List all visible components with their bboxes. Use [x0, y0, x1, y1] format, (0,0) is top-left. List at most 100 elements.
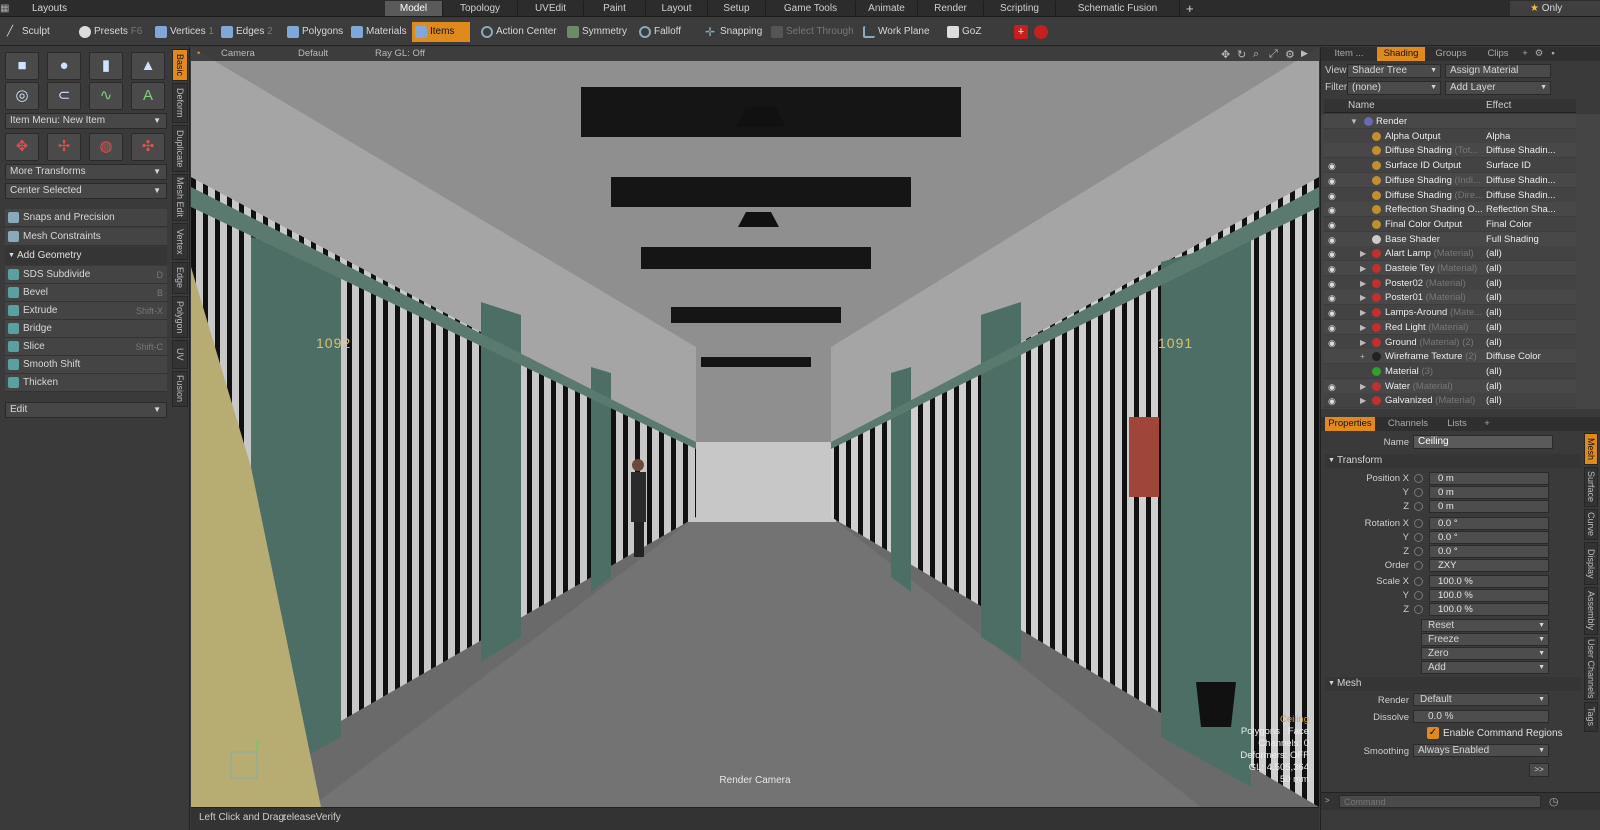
add-layer-dropdown[interactable]: Add Layer ▼: [1445, 81, 1551, 95]
tree-item-effect[interactable]: (all): [1486, 246, 1574, 261]
prop-tab-user-channels[interactable]: User Channels: [1584, 637, 1598, 700]
visibility-eye-icon[interactable]: [1328, 144, 1340, 156]
tool-bridge-button[interactable]: Bridge: [5, 320, 167, 338]
tree-item-effect[interactable]: (all): [1486, 276, 1574, 291]
falloff-button[interactable]: Falloff: [636, 22, 698, 42]
cylinder-primitive-button[interactable]: ▮: [89, 52, 123, 80]
zoom-icon[interactable]: ⌕: [1253, 48, 1259, 61]
shading-style-selector[interactable]: Default: [298, 48, 328, 59]
freeze-dropdown[interactable]: Freeze ▼: [1421, 633, 1549, 646]
tree-row[interactable]: ▼ Render: [1324, 114, 1576, 129]
tree-item-effect[interactable]: (all): [1486, 305, 1574, 320]
expand-icon[interactable]: ▼: [1350, 114, 1358, 129]
keyframe-dot-icon[interactable]: [1414, 547, 1423, 556]
tree-item-effect[interactable]: (all): [1486, 261, 1574, 276]
assign-material-button[interactable]: Assign Material: [1445, 64, 1551, 78]
reset-dropdown[interactable]: Reset ▼: [1421, 619, 1549, 632]
left-tab-fusion[interactable]: Fusion: [172, 371, 188, 407]
tree-item-effect[interactable]: Diffuse Shadin...: [1486, 188, 1574, 203]
gear-icon[interactable]: ⚙: [1285, 48, 1295, 61]
layout-tab-layout[interactable]: Layout: [646, 1, 708, 16]
tree-row[interactable]: ◉ ▶ Poster01 (Material) (all): [1324, 290, 1576, 306]
keyframe-dot-icon[interactable]: [1414, 488, 1423, 497]
snapping-button[interactable]: ✛ Snapping: [702, 22, 764, 42]
name-field[interactable]: Ceiling: [1413, 435, 1553, 449]
tree-row[interactable]: ◉ Diffuse Shading (Dire... Diffuse Shadin.…: [1324, 187, 1576, 203]
text-tool-button[interactable]: A: [131, 82, 165, 110]
left-tab-basic[interactable]: Basic: [172, 49, 188, 81]
tab-groups[interactable]: Groups: [1429, 47, 1473, 61]
visibility-eye-icon[interactable]: ◉: [1328, 394, 1340, 406]
view-dropdown[interactable]: Shader Tree ▼: [1347, 64, 1441, 78]
tree-row[interactable]: ◉ Final Color Output Final Color: [1324, 216, 1576, 232]
prop-tab-display[interactable]: Display: [1584, 542, 1598, 585]
expand-icon[interactable]: ▶: [1360, 261, 1366, 276]
work-plane-button[interactable]: Work Plane: [860, 22, 930, 42]
visibility-eye-icon[interactable]: ◉: [1328, 247, 1340, 259]
left-tab-edge[interactable]: Edge: [172, 262, 188, 294]
goz-button[interactable]: GoZ: [944, 22, 1000, 42]
visibility-eye-icon[interactable]: ◉: [1328, 306, 1340, 318]
tab-channels[interactable]: Channels: [1383, 417, 1433, 431]
tree-item-effect[interactable]: (all): [1486, 335, 1574, 350]
tree-item-effect[interactable]: (all): [1486, 379, 1574, 394]
add-tab-icon[interactable]: +: [1519, 47, 1531, 61]
left-tab-polygon[interactable]: Polygon: [172, 296, 188, 338]
tree-item-effect[interactable]: Diffuse Shadin...: [1486, 173, 1574, 188]
layout-tab-paint[interactable]: Paint: [584, 1, 646, 16]
tree-row[interactable]: Diffuse Shading (Tot... Diffuse Shadin...: [1324, 143, 1576, 159]
expand-icon[interactable]: ▶: [1360, 335, 1366, 350]
symmetry-button[interactable]: Symmetry: [564, 22, 632, 42]
tree-row[interactable]: ◉ ▶ Alart Lamp (Material) (all): [1324, 246, 1576, 262]
prop-tab-tags[interactable]: Tags: [1584, 702, 1598, 732]
tree-row[interactable]: ◉ ▶ Ground (Material) (2) (all): [1324, 334, 1576, 350]
expand-icon[interactable]: ▶: [1360, 276, 1366, 291]
tab-properties[interactable]: Properties: [1325, 417, 1375, 431]
tree-item-effect[interactable]: (all): [1486, 320, 1574, 335]
expand-icon[interactable]: ▶: [1360, 379, 1366, 394]
scale-z-field[interactable]: 100.0 %: [1429, 603, 1549, 616]
visibility-eye-icon[interactable]: ◉: [1328, 277, 1340, 289]
keyframe-dot-icon[interactable]: [1414, 591, 1423, 600]
capsule-primitive-button[interactable]: ⊂: [47, 82, 81, 110]
expand-icon[interactable]: ▶: [1360, 393, 1366, 408]
layout-tab-render[interactable]: Render: [918, 1, 984, 16]
tree-row[interactable]: ◉ Reflection Shading O... Reflection Sha..…: [1324, 202, 1576, 218]
history-icon[interactable]: ◷: [1549, 795, 1559, 808]
keyframe-dot-icon[interactable]: [1414, 502, 1423, 511]
cone-primitive-button[interactable]: ▲: [131, 52, 165, 80]
visibility-eye-icon[interactable]: ◉: [1328, 233, 1340, 245]
visibility-eye-icon[interactable]: [1328, 115, 1340, 127]
tree-item-effect[interactable]: Final Color: [1486, 217, 1574, 232]
sculpt-button[interactable]: ╱ Sculpt: [4, 22, 72, 42]
tool-thicken-button[interactable]: Thicken: [5, 374, 167, 392]
tab-clips[interactable]: Clips: [1479, 47, 1517, 61]
tool-bevel-button[interactable]: Bevel B: [5, 284, 167, 302]
add-tab-icon[interactable]: +: [1481, 417, 1493, 431]
torus-primitive-button[interactable]: ◎: [5, 82, 39, 110]
layouts-menu[interactable]: Layouts: [32, 1, 67, 16]
keyframe-dot-icon[interactable]: [1414, 561, 1423, 570]
keyframe-dot-icon[interactable]: [1414, 474, 1423, 483]
render-dropdown[interactable]: Default ▼: [1413, 693, 1549, 706]
more-transforms-dropdown[interactable]: More Transforms ▼: [5, 164, 167, 180]
layout-tab-schematic-fusion[interactable]: Schematic Fusion: [1056, 1, 1180, 16]
chevron-right-icon[interactable]: ▶: [1301, 48, 1308, 59]
tree-item-effect[interactable]: Alpha: [1486, 129, 1574, 144]
add-geometry-header[interactable]: ▼ Add Geometry: [5, 247, 167, 265]
tree-row[interactable]: ◉ ▶ Galvanized (Material) (all): [1324, 393, 1576, 409]
keyframe-dot-icon[interactable]: [1414, 577, 1423, 586]
add-dropdown[interactable]: Add ▼: [1421, 661, 1549, 674]
gear-icon[interactable]: ⚙: [1533, 47, 1545, 61]
curve-tool-button[interactable]: ∿: [89, 82, 123, 110]
tool-smooth-shift-button[interactable]: Smooth Shift: [5, 356, 167, 374]
record-icon[interactable]: [1034, 25, 1048, 39]
expand-icon[interactable]: +: [1360, 349, 1365, 364]
maximize-icon[interactable]: ⤢: [1269, 48, 1278, 61]
edit-dropdown[interactable]: Edit ▼: [5, 402, 167, 418]
left-tab-deform[interactable]: Deform: [172, 83, 188, 123]
left-tab-mesh-edit[interactable]: Mesh Edit: [172, 174, 188, 221]
tree-row[interactable]: ◉ ▶ Red Light (Material) (all): [1324, 319, 1576, 335]
snaps-precision-button[interactable]: Snaps and Precision: [5, 209, 167, 227]
visibility-eye-icon[interactable]: ◉: [1328, 321, 1340, 333]
